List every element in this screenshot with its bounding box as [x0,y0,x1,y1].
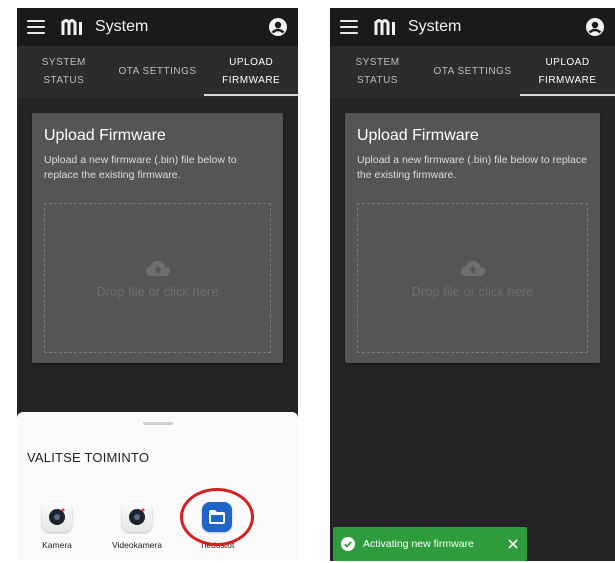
phone-screen-left: System SYSTEM STATUS OTA SETTINGS UPLOAD… [17,8,298,561]
app-title: System [408,18,462,35]
account-circle-icon[interactable] [585,17,605,37]
hamburger-menu-icon[interactable] [27,20,45,34]
check-circle-icon [341,537,355,551]
hamburger-menu-icon[interactable] [340,20,358,34]
toast-message: Activating new firmware [363,538,474,550]
tab-ota-settings[interactable]: OTA SETTINGS [425,46,520,98]
phone-screen-right: System SYSTEM STATUS OTA SETTINGS UPLOAD… [330,8,615,561]
app-bar: System [330,8,615,46]
app-option-videokamera[interactable]: Videokamera [97,502,177,550]
bottom-sheet: VALITSE TOIMINTO Kamera Videokamera Tied [17,412,298,561]
cloud-upload-icon [145,260,170,276]
video-camera-icon [122,502,152,532]
dropzone-label: Drop file or click here [96,283,219,299]
tab-upload-firmware[interactable]: UPLOAD FIRMWARE [520,46,615,98]
app-chooser: Kamera Videokamera Tiedostot [17,488,298,550]
sheet-drag-handle[interactable] [142,422,173,425]
close-icon[interactable] [507,538,519,550]
card-description: Upload a new firmware (.bin) file below … [357,154,587,181]
cloud-upload-icon [460,260,485,276]
sheet-title: VALITSE TOIMINTO [27,450,150,465]
tab-bar: SYSTEM STATUS OTA SETTINGS UPLOAD FIRMWA… [330,46,615,98]
tab-upload-firmware[interactable]: UPLOAD FIRMWARE [204,46,298,98]
app-label: Videokamera [112,540,162,550]
card-title: Upload Firmware [44,127,166,144]
file-dropzone[interactable]: Drop file or click here [357,203,588,353]
highlight-circle-annotation [180,488,254,546]
app-bar: System [17,8,298,46]
tab-system-status[interactable]: SYSTEM STATUS [330,46,425,98]
upload-firmware-card: Upload Firmware Upload a new firmware (.… [345,113,600,363]
snackbar-toast: Activating new firmware [333,527,527,561]
app-title: System [95,18,149,35]
upload-firmware-card: Upload Firmware Upload a new firmware (.… [32,113,283,363]
dropzone-label: Drop file or click here [411,283,534,299]
m-logo-icon [374,19,395,35]
tab-system-status[interactable]: SYSTEM STATUS [17,46,111,98]
tab-bar: SYSTEM STATUS OTA SETTINGS UPLOAD FIRMWA… [17,46,298,98]
file-dropzone[interactable]: Drop file or click here [44,203,271,353]
account-circle-icon[interactable] [268,17,288,37]
card-description: Upload a new firmware (.bin) file below … [44,154,237,181]
card-title: Upload Firmware [357,127,479,144]
tab-ota-settings[interactable]: OTA SETTINGS [111,46,205,98]
app-label: Kamera [42,540,72,550]
m-logo-icon [61,19,82,35]
app-option-tiedostot[interactable]: Tiedostot [177,488,257,550]
app-option-kamera[interactable]: Kamera [17,502,97,550]
camera-icon [42,502,72,532]
